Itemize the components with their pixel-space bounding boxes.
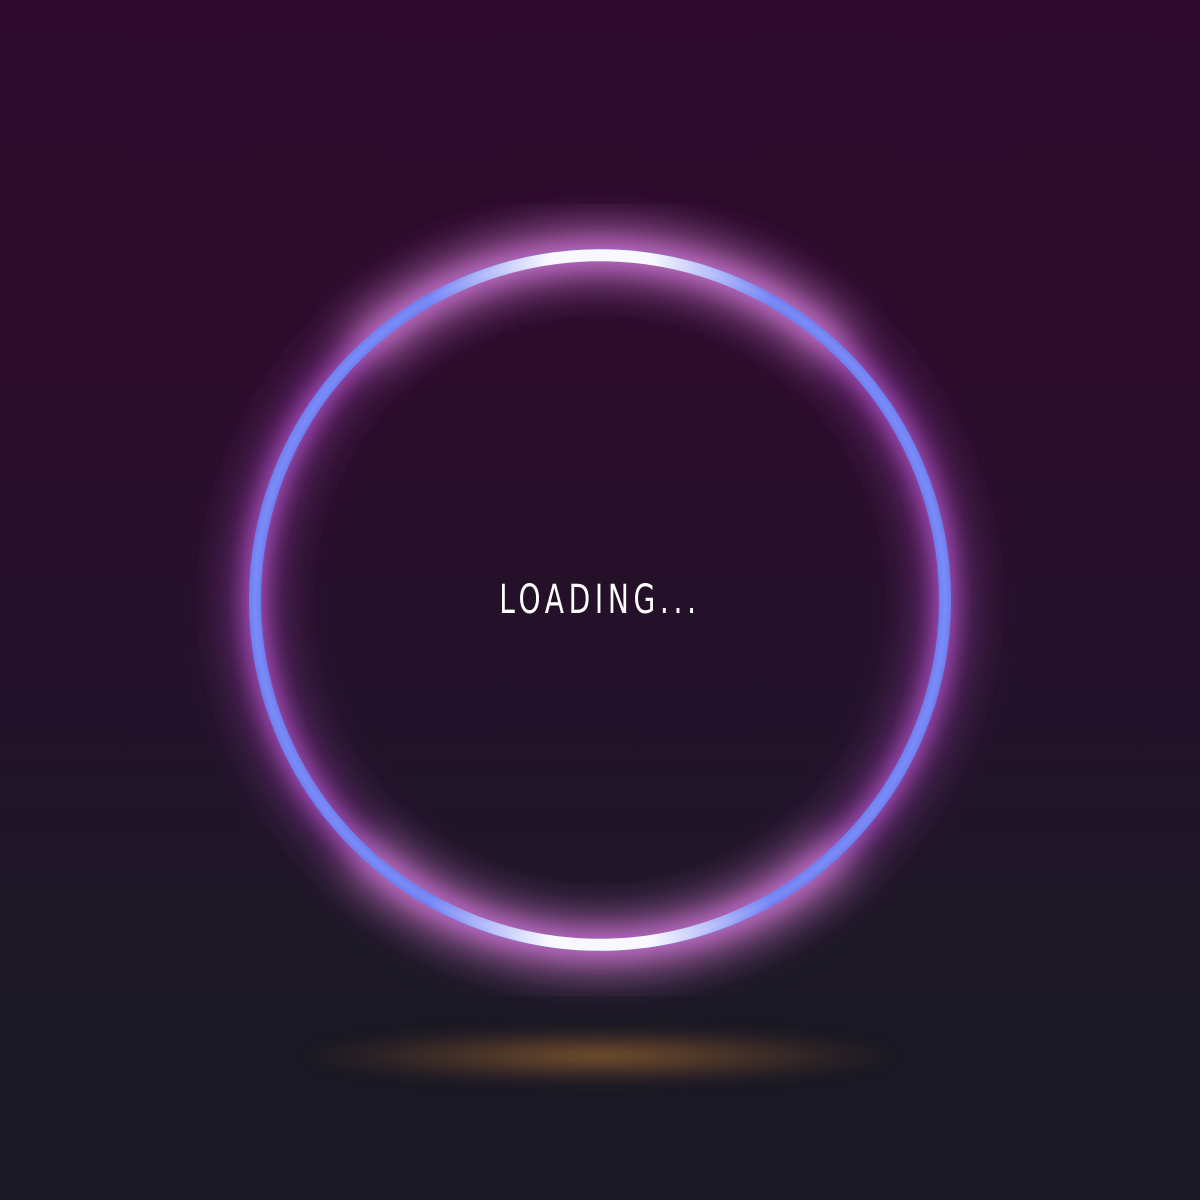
loading-text: LOADING... bbox=[499, 577, 701, 623]
loading-screen: LOADING... bbox=[0, 0, 1200, 1200]
floor-shadow-glow bbox=[310, 1028, 890, 1084]
